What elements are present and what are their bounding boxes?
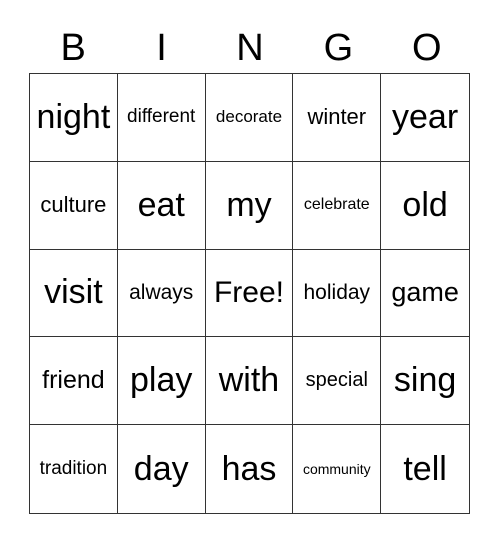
bingo-cell[interactable]: my bbox=[205, 161, 294, 250]
header-letter-i: I bbox=[156, 27, 167, 69]
bingo-cell[interactable]: old bbox=[381, 162, 469, 250]
header-letter-n: N bbox=[236, 27, 264, 69]
header-letter-b: B bbox=[60, 27, 86, 69]
header-letter-o: O bbox=[411, 27, 442, 69]
bingo-cell[interactable]: community bbox=[293, 425, 382, 513]
bingo-cell[interactable]: game bbox=[381, 250, 469, 338]
bingo-cell[interactable]: sing bbox=[381, 337, 469, 426]
bingo-cell[interactable]: different bbox=[117, 74, 206, 162]
bingo-cell[interactable]: has bbox=[206, 425, 294, 513]
bingo-cell[interactable]: winter bbox=[293, 74, 382, 162]
bingo-cell[interactable]: tradition bbox=[30, 425, 118, 513]
bingo-cell[interactable]: culture bbox=[30, 161, 118, 250]
bingo-header: B I N G O bbox=[29, 24, 471, 72]
bingo-cell[interactable]: special bbox=[293, 337, 382, 426]
bingo-cell[interactable]: with bbox=[205, 337, 294, 426]
bingo-cell[interactable]: night bbox=[30, 74, 118, 162]
bingo-grid: night different decorate winter year cul… bbox=[29, 73, 470, 514]
bingo-cell[interactable]: play bbox=[117, 337, 206, 426]
bingo-cell[interactable]: holiday bbox=[293, 249, 382, 338]
bingo-cell[interactable]: Free! bbox=[205, 249, 294, 338]
bingo-cell[interactable]: tell bbox=[381, 425, 469, 513]
bingo-cell[interactable]: day bbox=[118, 425, 206, 513]
bingo-cell[interactable]: decorate bbox=[205, 74, 294, 162]
bingo-cell[interactable]: friend bbox=[30, 337, 118, 426]
header-letter-g: G bbox=[323, 27, 354, 69]
bingo-cell[interactable]: eat bbox=[117, 161, 206, 250]
bingo-cell[interactable]: always bbox=[117, 249, 206, 338]
bingo-cell[interactable]: celebrate bbox=[293, 161, 382, 250]
bingo-cell[interactable]: visit bbox=[30, 249, 118, 338]
bingo-cell[interactable]: year bbox=[381, 74, 469, 162]
